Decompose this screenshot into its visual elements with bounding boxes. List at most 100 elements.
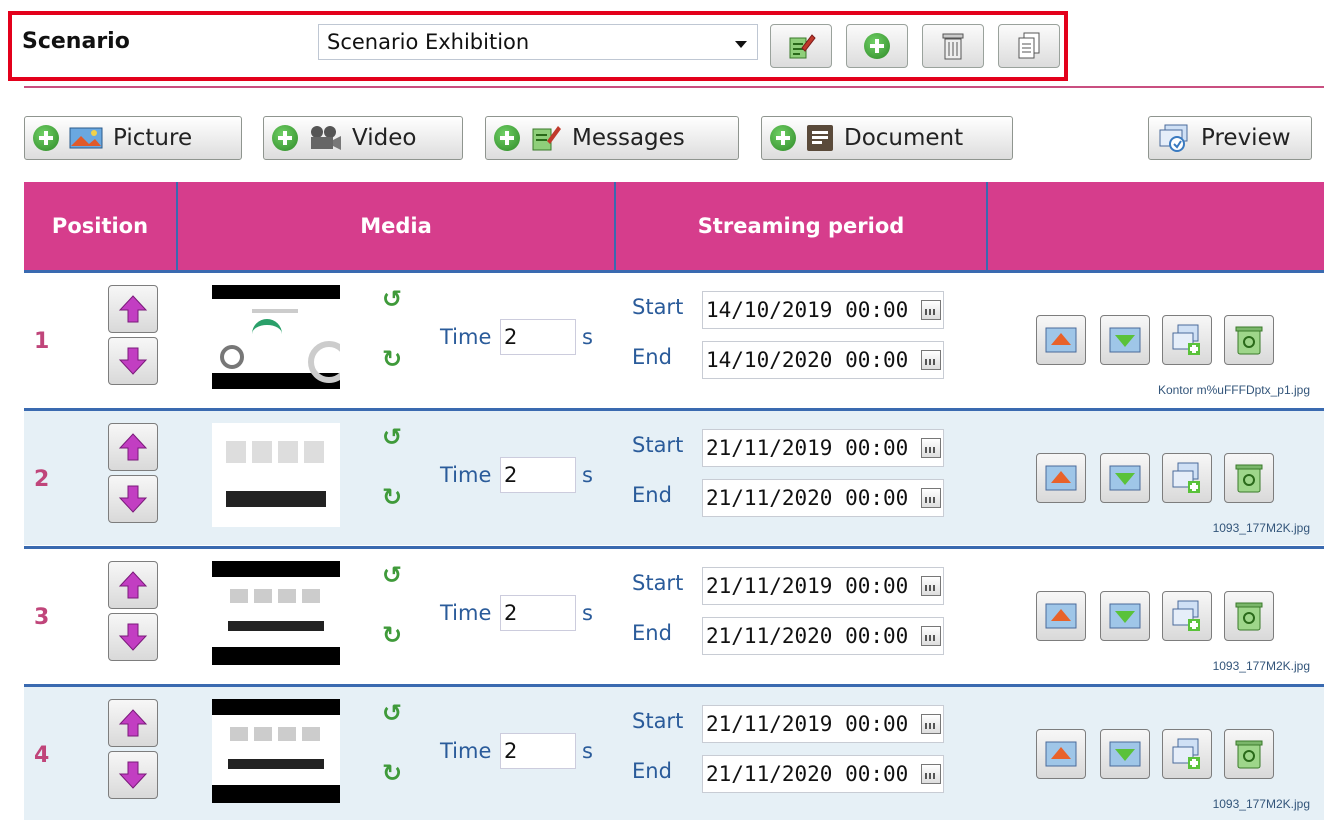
add-scenario-button[interactable] (846, 24, 908, 68)
rotate-left-icon[interactable]: ↺ (382, 561, 402, 589)
end-datetime-value: 21/11/2020 00:00 (706, 762, 909, 786)
video-camera-icon (311, 126, 341, 150)
start-datetime-input[interactable]: 14/10/2019 00:00 (702, 291, 944, 329)
add-icon (864, 33, 890, 59)
edit-icon (789, 34, 816, 59)
add-document-button[interactable]: Document (761, 116, 1013, 160)
seconds-unit: s (582, 325, 593, 349)
add-icon (494, 125, 520, 151)
table-row: 3 ↺ ↻ Time 2 s Start 21/11/2019 00:00 End 21/11/2… (24, 546, 1324, 683)
time-label: Time (440, 325, 492, 349)
rotate-left-icon[interactable]: ↺ (382, 699, 402, 727)
move-down-button[interactable] (108, 337, 158, 385)
duplicate-button[interactable] (1162, 729, 1212, 779)
calendar-icon[interactable] (921, 576, 941, 596)
rotate-right-icon[interactable]: ↻ (382, 483, 402, 511)
image-down-button[interactable] (1100, 453, 1150, 503)
delete-row-button[interactable] (1224, 591, 1274, 641)
delete-scenario-button[interactable] (922, 24, 984, 68)
start-datetime-input[interactable]: 21/11/2019 00:00 (702, 567, 944, 605)
move-down-button[interactable] (108, 613, 158, 661)
seconds-unit: s (582, 463, 593, 487)
arrow-up-icon (118, 571, 148, 599)
time-input[interactable]: 2 (500, 595, 576, 631)
arrow-up-icon (118, 433, 148, 461)
message-edit-icon (532, 126, 561, 151)
image-up-button[interactable] (1036, 315, 1086, 365)
calendar-icon[interactable] (921, 626, 941, 646)
header-actions (988, 182, 1324, 270)
rotate-left-icon[interactable]: ↺ (382, 423, 402, 451)
calendar-icon[interactable] (921, 488, 941, 508)
header-divider (24, 86, 1324, 88)
start-datetime-value: 21/11/2019 00:00 (706, 574, 909, 598)
image-down-button[interactable] (1100, 729, 1150, 779)
add-video-button[interactable]: Video (263, 116, 463, 160)
media-filename: Kontor m%uFFFDptx_p1.jpg (1157, 383, 1310, 397)
delete-row-button[interactable] (1224, 315, 1274, 365)
calendar-icon[interactable] (921, 764, 941, 784)
position-number: 2 (34, 467, 50, 492)
copy-scenario-button[interactable] (998, 24, 1060, 68)
start-datetime-value: 21/11/2019 00:00 (706, 712, 909, 736)
end-datetime-input[interactable]: 14/10/2020 00:00 (702, 341, 944, 379)
rotate-right-icon[interactable]: ↻ (382, 759, 402, 787)
start-datetime-input[interactable]: 21/11/2019 00:00 (702, 705, 944, 743)
move-down-button[interactable] (108, 475, 158, 523)
media-filename: 1093_177M2K.jpg (1212, 659, 1310, 673)
move-down-button[interactable] (108, 751, 158, 799)
recycle-bin-icon (1235, 464, 1263, 493)
end-datetime-value: 21/11/2020 00:00 (706, 624, 909, 648)
start-datetime-input[interactable]: 21/11/2019 00:00 (702, 429, 944, 467)
image-arrow-up-icon (1045, 741, 1077, 767)
image-arrow-up-icon (1045, 327, 1077, 353)
add-messages-button[interactable]: Messages (485, 116, 739, 160)
position-number: 4 (34, 743, 50, 768)
recycle-bin-icon (1235, 602, 1263, 631)
duplicate-button[interactable] (1162, 453, 1212, 503)
start-label: Start (632, 571, 684, 595)
image-up-button[interactable] (1036, 453, 1086, 503)
calendar-icon[interactable] (921, 300, 941, 320)
add-picture-button[interactable]: Picture (24, 116, 242, 160)
rotate-left-icon[interactable]: ↺ (382, 285, 402, 313)
media-thumbnail (212, 423, 340, 527)
media-thumbnail (212, 561, 340, 665)
image-up-button[interactable] (1036, 591, 1086, 641)
image-arrow-up-icon (1045, 465, 1077, 491)
end-label: End (632, 621, 672, 645)
image-down-button[interactable] (1100, 315, 1150, 365)
rotate-right-icon[interactable]: ↻ (382, 345, 402, 373)
move-up-button[interactable] (108, 423, 158, 471)
table-row: 1 ↺ ↻ Time 2 s Start 14/10/2019 00:00 End 14/10/2… (24, 270, 1324, 407)
arrow-down-icon (118, 761, 148, 789)
calendar-icon[interactable] (921, 438, 941, 458)
move-up-button[interactable] (108, 285, 158, 333)
video-label: Video (352, 125, 417, 151)
delete-row-button[interactable] (1224, 453, 1274, 503)
seconds-unit: s (582, 739, 593, 763)
move-up-button[interactable] (108, 699, 158, 747)
time-input[interactable]: 2 (500, 457, 576, 493)
delete-row-button[interactable] (1224, 729, 1274, 779)
calendar-icon[interactable] (921, 350, 941, 370)
scenario-select[interactable]: Scenario Exhibition (318, 24, 758, 60)
start-datetime-value: 14/10/2019 00:00 (706, 298, 909, 322)
duplicate-button[interactable] (1162, 315, 1212, 365)
calendar-icon[interactable] (921, 714, 941, 734)
rotate-right-icon[interactable]: ↻ (382, 621, 402, 649)
end-datetime-input[interactable]: 21/11/2020 00:00 (702, 755, 944, 793)
end-datetime-input[interactable]: 21/11/2020 00:00 (702, 617, 944, 655)
time-input[interactable]: 2 (500, 733, 576, 769)
preview-button[interactable]: Preview (1148, 116, 1312, 160)
image-down-button[interactable] (1100, 591, 1150, 641)
media-table: Position Media Streaming period 1 ↺ ↻ Time 2… (24, 182, 1324, 820)
move-up-button[interactable] (108, 561, 158, 609)
end-datetime-input[interactable]: 21/11/2020 00:00 (702, 479, 944, 517)
position-number: 3 (34, 605, 50, 630)
edit-scenario-button[interactable] (770, 24, 832, 68)
time-input[interactable]: 2 (500, 319, 576, 355)
duplicate-button[interactable] (1162, 591, 1212, 641)
image-arrow-down-icon (1109, 741, 1141, 767)
image-up-button[interactable] (1036, 729, 1086, 779)
